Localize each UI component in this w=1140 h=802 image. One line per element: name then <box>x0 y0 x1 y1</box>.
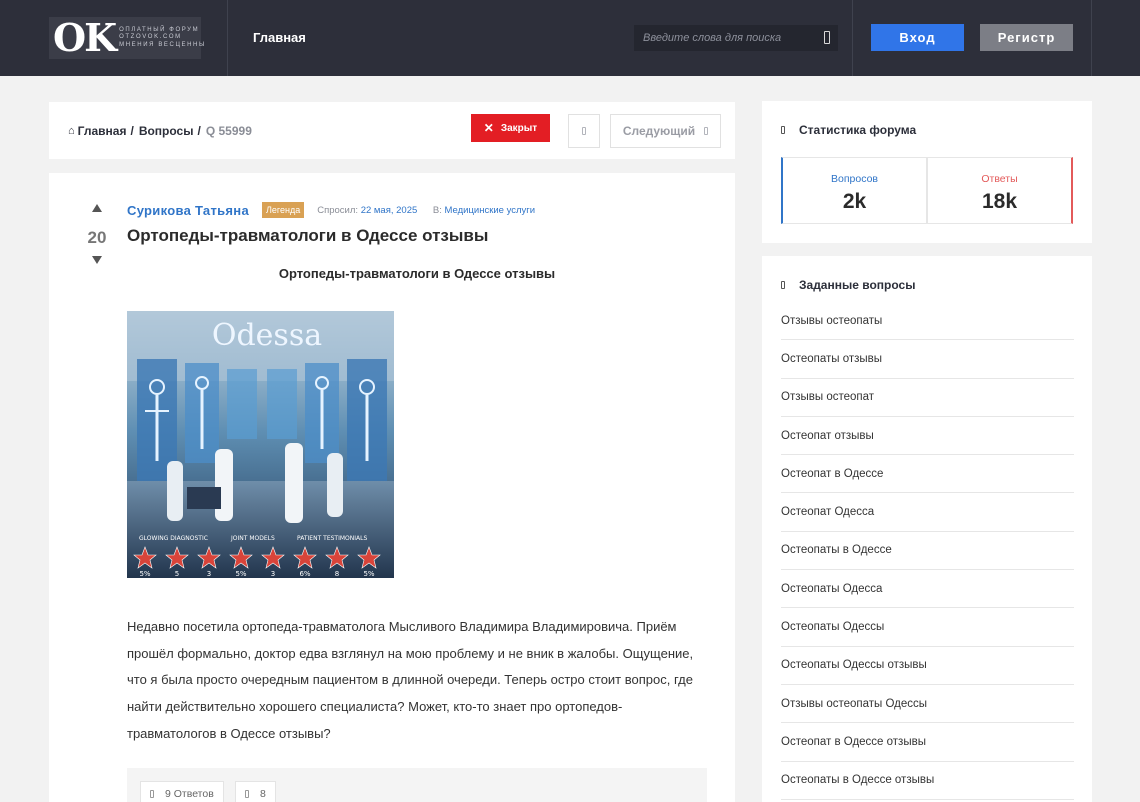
chart-icon <box>781 126 785 134</box>
rank-badge: Легенда <box>262 202 305 218</box>
image-star-label: 3 <box>271 570 275 578</box>
next-label: Следующий <box>622 124 696 138</box>
breadcrumb-card: ⌂ Главная / Вопросы / Q 55999 ✕ Закрыт С… <box>49 102 735 159</box>
widget-title: Заданные вопросы <box>781 278 915 292</box>
asked-question-link[interactable]: Отзывы остеопаты <box>781 302 1074 341</box>
answers-count-button[interactable]: 9 Ответов <box>140 781 224 802</box>
close-icon: ✕ <box>483 121 494 135</box>
asked-question-link[interactable]: Остеопаты в Одессе отзывы <box>781 762 1074 800</box>
site-logo[interactable]: OK ОПЛАТНЫЙ ФОРУМ OTZOVOK.COM МНЕНИЯ ВЕС… <box>49 15 204 60</box>
closed-status-button[interactable]: ✕ Закрыт <box>471 114 550 142</box>
asked-question-link[interactable]: Остеопаты в Одессе <box>781 532 1074 571</box>
logo-line: ОПЛАТНЫЙ ФОРУМ <box>119 26 200 33</box>
answers-stat-label: Ответы <box>981 173 1018 185</box>
questions-stat: Вопросов 2k <box>781 157 927 224</box>
vote-count: 20 <box>87 228 107 247</box>
views-count: 8 <box>260 788 266 800</box>
image-star-label: 6% <box>299 570 310 578</box>
previous-question-button[interactable] <box>568 114 600 148</box>
asked-question-link[interactable]: Остеопат отзывы <box>781 417 1074 456</box>
asked-question-link[interactable]: Остеопаты Одессы отзывы <box>781 647 1074 685</box>
question-footer: 9 Ответов 8 <box>127 768 707 802</box>
question-icon <box>781 281 785 289</box>
chevron-left-icon <box>582 127 586 135</box>
breadcrumb: ⌂ Главная / Вопросы / Q 55999 <box>68 124 252 138</box>
asked-question-link[interactable]: Отзывы остеопаты Одессы <box>781 685 1074 724</box>
site-header: OK ОПЛАТНЫЙ ФОРУМ OTZOVOK.COM МНЕНИЯ ВЕС… <box>0 0 1140 76</box>
breadcrumb-home[interactable]: Главная <box>78 124 127 138</box>
search-input[interactable] <box>643 32 813 44</box>
widget-title: Статистика форума <box>781 123 916 137</box>
forum-stats-widget: Статистика форума Вопросов 2k Ответы 18k <box>762 101 1092 243</box>
question-meta: Сурикова Татьяна Легенда Спросил: 22 мая… <box>127 202 535 218</box>
asked-label: Спросил: <box>317 204 359 216</box>
login-button[interactable]: Вход <box>871 24 964 51</box>
nav-home-link[interactable]: Главная <box>253 30 306 45</box>
logo-mark: OK <box>53 15 117 60</box>
closed-label: Закрыт <box>500 122 538 134</box>
content-heading: Ортопеды-травматологи в Одессе отзывы <box>278 266 556 281</box>
category-link[interactable]: Медицинские услуги <box>445 205 536 216</box>
breadcrumb-questions[interactable]: Вопросы <box>139 124 194 138</box>
breadcrumb-separator: / <box>130 124 134 138</box>
answers-count: 9 Ответов <box>165 788 214 800</box>
asked-questions-list: Отзывы остеопаты Остеопаты отзывы Отзывы… <box>781 302 1074 800</box>
header-divider <box>227 0 228 76</box>
header-divider <box>1091 0 1092 76</box>
answers-stat: Ответы 18k <box>927 157 1073 224</box>
header-divider <box>852 0 853 76</box>
image-star-label: 5% <box>363 570 374 578</box>
questions-stat-label: Вопросов <box>831 173 878 185</box>
search-icon[interactable] <box>824 31 830 44</box>
image-panel-label: PATIENT TESTIMONIALS <box>297 535 367 542</box>
question-title: Ортопеды-травматологи в Одессе отзывы <box>127 226 489 245</box>
upvote-arrow-icon[interactable] <box>92 204 102 212</box>
search-box <box>634 25 838 51</box>
image-star-label: 3 <box>207 570 211 578</box>
image-panel-label: GLOWING DIAGNOSTIC <box>139 535 208 542</box>
asked-question-link[interactable]: Остеопат в Одессе отзывы <box>781 723 1074 762</box>
asked-question-link[interactable]: Остеопаты Одессы <box>781 608 1074 647</box>
asked-meta: Спросил: 22 мая, 2025 В: Медицинские усл… <box>317 205 535 216</box>
asked-title: Заданные вопросы <box>799 278 916 292</box>
image-star-label: 8 <box>335 570 339 578</box>
breadcrumb-current: Q 55999 <box>205 124 252 138</box>
image-star-label: 5% <box>139 570 150 578</box>
image-star-label: 5 <box>175 570 179 578</box>
questions-stat-value: 2k <box>842 190 867 213</box>
downvote-arrow-icon[interactable] <box>92 256 102 264</box>
home-icon: ⌂ <box>68 125 75 137</box>
asked-question-link[interactable]: Остеопат в Одессе <box>781 455 1074 494</box>
logo-line: МНЕНИЯ ВЕСЦЕННЫ <box>119 41 206 48</box>
register-button[interactable]: Регистр <box>980 24 1073 51</box>
asked-question-link[interactable]: Остеопаты Одесса <box>781 570 1074 609</box>
logo-line: OTZOVOK.COM <box>119 34 182 41</box>
chevron-right-icon <box>704 127 709 135</box>
next-question-button[interactable]: Следующий <box>610 114 721 148</box>
breadcrumb-separator: / <box>197 124 201 138</box>
eye-icon <box>245 790 249 798</box>
author-link[interactable]: Сурикова Татьяна <box>127 203 249 218</box>
image-star-label: 5% <box>235 570 246 578</box>
logo-tagline: ОПЛАТНЫЙ ФОРУМ OTZOVOK.COM МНЕНИЯ ВЕСЦЕН… <box>119 27 206 50</box>
question-body: Недавно посетила ортопеда-травматолога М… <box>127 619 694 741</box>
asked-question-link[interactable]: Отзывы остеопат <box>781 379 1074 417</box>
stats-title: Статистика форума <box>799 123 917 137</box>
asked-question-link[interactable]: Остеопаты отзывы <box>781 340 1074 379</box>
image-sign-text: Odessa <box>212 318 322 353</box>
asked-date[interactable]: 22 мая, 2025 <box>361 205 418 216</box>
comment-icon <box>150 790 154 798</box>
answers-stat-value: 18k <box>981 190 1018 213</box>
question-image: Odessa GLOWING DIAGNOSTIC JOINT MODELS P… <box>127 311 394 578</box>
category-label: В: <box>432 204 442 216</box>
views-count-button[interactable]: 8 <box>235 781 276 802</box>
image-panel-label: JOINT MODELS <box>230 535 275 542</box>
asked-questions-widget: Заданные вопросы Отзывы остеопаты Остеоп… <box>762 256 1092 802</box>
asked-question-link[interactable]: Остеопат Одесса <box>781 493 1074 532</box>
